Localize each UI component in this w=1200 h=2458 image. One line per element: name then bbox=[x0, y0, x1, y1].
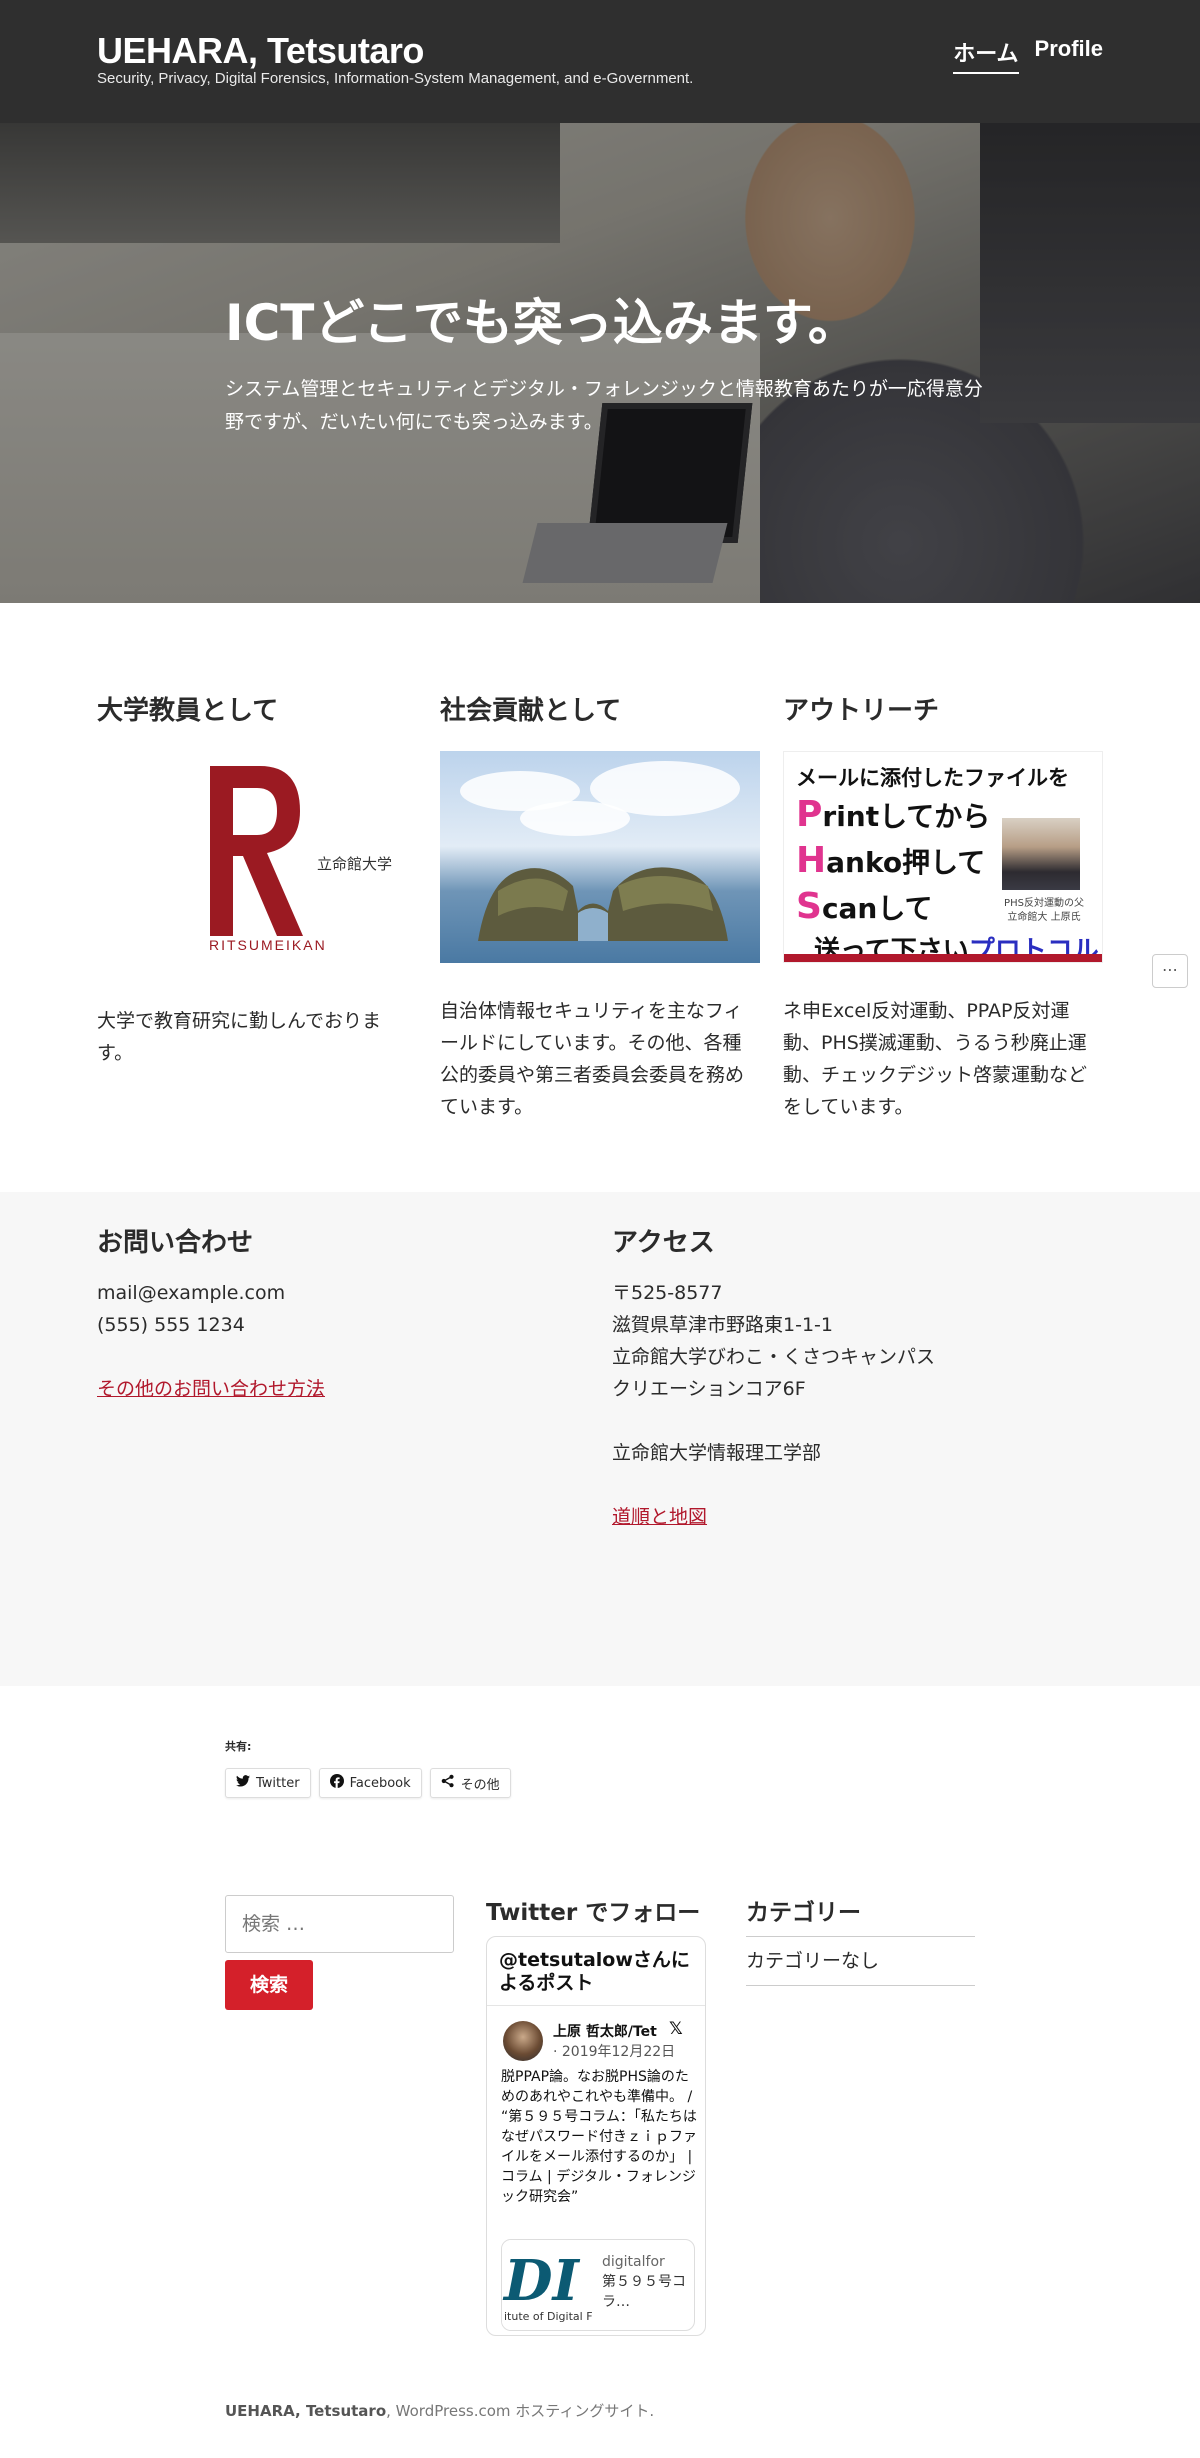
access-map-link[interactable]: 道順と地図 bbox=[612, 1506, 707, 1528]
island-photo bbox=[440, 751, 760, 963]
share-facebook-button[interactable]: Facebook bbox=[318, 1768, 422, 1798]
link-card-text: digitalfor 第５９５号コラ… bbox=[602, 2252, 692, 2312]
share-button-label: Facebook bbox=[349, 1775, 411, 1791]
share-icon bbox=[441, 1774, 455, 1792]
hero-overlay bbox=[0, 123, 1200, 603]
twitter-user-name[interactable]: 上原 哲太郎/Tet bbox=[553, 2021, 663, 2041]
search-button[interactable]: 検索 bbox=[225, 1960, 313, 2010]
access-heading: アクセス bbox=[612, 1228, 715, 1258]
column-heading: 大学教員として bbox=[97, 696, 279, 726]
access-address-line: 滋賀県草津市野路東1-1-1 bbox=[612, 1314, 833, 1336]
contact-block: お問い合わせ mail@example.com (555) 555 1234 そ… bbox=[97, 1222, 325, 1405]
island-arch-shape bbox=[478, 867, 728, 941]
outreach-image-line: Hanko押して bbox=[796, 840, 986, 881]
tweet-body: 脱PPAP論。なお脱PHS論のためのあれやこれやも準備中。 / “第５９５号コラ… bbox=[501, 2069, 697, 2205]
category-item: カテゴリーなし bbox=[746, 1950, 880, 1972]
hero-banner: ICTどこでも突っ込みます。 システム管理とセキュリティとデジタル・フォレンジッ… bbox=[0, 123, 1200, 603]
search-input[interactable]: 検索 … bbox=[225, 1895, 454, 1953]
twitter-icon bbox=[236, 1775, 250, 1791]
tweet-link-card[interactable]: DI itute of Digital F digitalfor 第５９５号コラ… bbox=[501, 2239, 695, 2331]
cloud-shape bbox=[520, 801, 630, 836]
share-buttons: Twitter Facebook その他 bbox=[225, 1768, 511, 1798]
column-faculty: 大学教員として RITSUMEIKAN 立命館大学 大学で教育研究に勤しんでおり… bbox=[97, 690, 417, 1069]
portrait-thumbnail bbox=[1002, 818, 1080, 890]
ritsumeikan-logo-univ: 立命館大学 bbox=[317, 855, 393, 873]
tweet-date[interactable]: · 2019年12月22日 bbox=[553, 2041, 675, 2061]
categories-heading: カテゴリー bbox=[746, 1900, 861, 1926]
twitter-embed: @tetsutalowさんによるポスト 上原 哲太郎/Tet 𝕏 · 2019年… bbox=[486, 1936, 706, 2336]
outreach-image-caption: PHS反対運動の父 立命館大 上原氏 bbox=[1004, 898, 1084, 923]
link-card-logo: DI itute of Digital F bbox=[502, 2240, 594, 2330]
nav-item-profile[interactable]: Profile bbox=[1035, 36, 1103, 74]
access-postal: 〒525-8577 bbox=[612, 1282, 723, 1304]
column-text: 自治体情報セキュリティを主なフィールドにしています。その他、各種公的委員や第三者… bbox=[440, 1000, 745, 1118]
ritsumeikan-r-icon bbox=[210, 766, 303, 936]
column-social: 社会貢献として 自治体情報セキュリティを主なフィールドにしています。その他、各種… bbox=[440, 690, 760, 1123]
access-address-line: クリエーションコア6F bbox=[612, 1378, 806, 1400]
share-button-label: Twitter bbox=[256, 1775, 300, 1791]
outreach-image: メールに添付したファイルを Printしてから Hanko押して Scanして … bbox=[783, 751, 1103, 963]
column-text: 大学で教育研究に勤しんでおります。 bbox=[97, 1010, 382, 1064]
ritsumeikan-logo: RITSUMEIKAN 立命館大学 bbox=[97, 751, 417, 963]
column-heading: アウトリーチ bbox=[783, 696, 940, 726]
x-logo-icon[interactable]: 𝕏 bbox=[669, 2019, 683, 2039]
more-options-button[interactable]: ⋯ bbox=[1152, 954, 1188, 988]
share-button-label: その他 bbox=[460, 1777, 500, 1793]
share-label: 共有: bbox=[225, 1740, 252, 1753]
column-heading: 社会貢献として bbox=[440, 696, 622, 726]
site-title[interactable]: UEHARA, Tetsutaro bbox=[97, 30, 424, 72]
outreach-image-title: メールに添付したファイルを bbox=[796, 766, 1069, 790]
avatar[interactable] bbox=[503, 2021, 543, 2061]
ritsumeikan-logo-name: RITSUMEIKAN bbox=[209, 937, 327, 953]
column-outreach: アウトリーチ メールに添付したファイルを Printしてから Hanko押して … bbox=[783, 690, 1103, 1123]
facebook-icon bbox=[329, 1774, 344, 1792]
nav-item-home[interactable]: ホーム bbox=[953, 36, 1019, 74]
share-more-button[interactable]: その他 bbox=[429, 1768, 511, 1798]
link-card-domain: digitalfor bbox=[602, 2254, 665, 2270]
access-block: アクセス 〒525-8577 滋賀県草津市野路東1-1-1 立命館大学びわこ・く… bbox=[612, 1222, 935, 1533]
twitter-widget-heading: Twitter でフォロー bbox=[486, 1900, 701, 1926]
twitter-embed-title[interactable]: @tetsutalowさんによるポスト bbox=[487, 1937, 705, 2006]
outreach-image-line: Printしてから bbox=[796, 794, 991, 835]
contact-email: mail@example.com bbox=[97, 1282, 286, 1304]
site-footer: UEHARA, Tetsutaro, WordPress.com ホスティングサ… bbox=[225, 2400, 654, 2421]
column-text: ネ申Excel反対運動、PPAP反対運動、PHS撲滅運動、うるう秒廃止運動、チェ… bbox=[783, 1000, 1088, 1118]
link-card-logo-text: DI bbox=[504, 2248, 579, 2314]
contact-phone: (555) 555 1234 bbox=[97, 1314, 245, 1336]
categories-list: カテゴリーなし bbox=[746, 1936, 975, 1986]
outreach-image-line: Scanして bbox=[796, 886, 933, 927]
footer-text[interactable]: , WordPress.com ホスティングサイト. bbox=[386, 2402, 654, 2420]
access-address-line: 立命館大学びわこ・くさつキャンパス bbox=[612, 1346, 936, 1368]
share-twitter-button[interactable]: Twitter bbox=[225, 1768, 311, 1798]
link-card-title: 第５９５号コラ… bbox=[602, 2274, 686, 2310]
contact-other-link[interactable]: その他のお問い合わせ方法 bbox=[97, 1378, 325, 1400]
contact-heading: お問い合わせ bbox=[97, 1228, 254, 1258]
site-header: UEHARA, Tetsutaro Security, Privacy, Dig… bbox=[0, 0, 1200, 123]
hero-title: ICTどこでも突っ込みます。 bbox=[225, 294, 858, 352]
contact-access-section: お問い合わせ mail@example.com (555) 555 1234 そ… bbox=[0, 1192, 1200, 1686]
hero-text: システム管理とセキュリティとデジタル・フォレンジックと情報教育あたりが一応得意分… bbox=[225, 378, 983, 433]
footer-site-link[interactable]: UEHARA, Tetsutaro bbox=[225, 2402, 386, 2420]
site-description: Security, Privacy, Digital Forensics, In… bbox=[97, 70, 694, 87]
access-dept: 立命館大学情報理工学部 bbox=[612, 1442, 822, 1464]
link-card-logo-sub: itute of Digital F bbox=[504, 2310, 593, 2323]
outreach-image-bar bbox=[784, 954, 1102, 962]
main-nav: ホーム Profile bbox=[945, 36, 1103, 74]
